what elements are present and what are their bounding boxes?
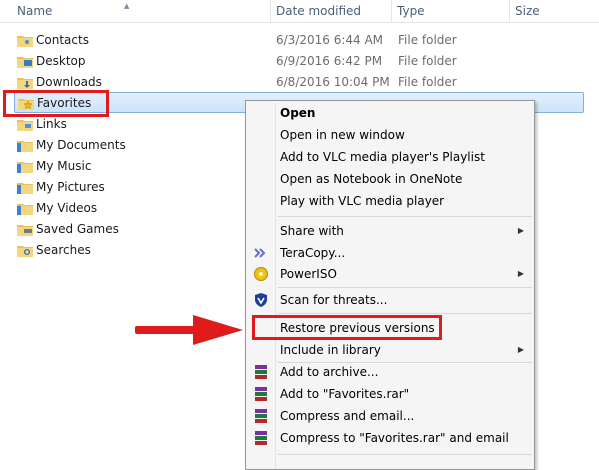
- column-divider[interactable]: [509, 0, 510, 22]
- menu-item-label: Open as Notebook in OneNote: [280, 172, 463, 186]
- menu-separator: [278, 287, 532, 288]
- menu-item-label: Scan for threats...: [280, 293, 388, 307]
- winrar-icon: [255, 387, 267, 401]
- menu-item-label: Restore previous versions: [280, 321, 435, 335]
- menu-item-open-onenote[interactable]: Open as Notebook in OneNote: [246, 168, 534, 190]
- menu-item-label: Compress to "Favorites.rar" and email: [280, 431, 509, 445]
- menu-item-add-to-rar[interactable]: Add to "Favorites.rar": [246, 383, 534, 405]
- shield-icon: [255, 293, 267, 307]
- menu-item-label: Add to archive...: [280, 365, 379, 379]
- column-date-modified[interactable]: Date modified: [276, 0, 361, 22]
- downloads-folder-icon: [17, 78, 33, 89]
- menu-separator: [278, 454, 532, 455]
- file-row-contacts[interactable]: Contacts 6/3/2016 6:44 AM File folder: [14, 30, 584, 51]
- saved-games-folder-icon: [17, 225, 33, 236]
- videos-folder-icon: [17, 204, 33, 215]
- menu-item-label: Play with VLC media player: [280, 194, 445, 208]
- menu-item-share-with[interactable]: Share with ▶: [246, 220, 534, 242]
- file-name: Favorites: [37, 96, 92, 110]
- menu-item-label: Include in library: [280, 343, 381, 357]
- links-folder-icon: [17, 120, 33, 131]
- menu-item-compress-email[interactable]: Compress and email...: [246, 405, 534, 427]
- sort-caret-icon: ▲: [124, 2, 130, 10]
- desktop-folder-icon: [17, 57, 33, 68]
- menu-item-add-vlc-playlist[interactable]: Add to VLC media player's Playlist: [246, 146, 534, 168]
- winrar-icon: [255, 431, 267, 445]
- menu-item-compress-rar-email[interactable]: Compress to "Favorites.rar" and email: [246, 427, 534, 449]
- submenu-arrow-icon: ▶: [517, 345, 524, 354]
- menu-item-label: Open in new window: [280, 128, 405, 142]
- documents-folder-icon: [17, 141, 33, 152]
- file-name: My Music: [36, 159, 92, 173]
- column-name[interactable]: Name: [17, 0, 52, 22]
- winrar-icon: [255, 409, 267, 423]
- menu-item-label: Compress and email...: [280, 409, 415, 423]
- submenu-arrow-icon: ▶: [517, 226, 524, 235]
- file-type: File folder: [398, 75, 457, 89]
- menu-item-play-vlc[interactable]: Play with VLC media player: [246, 190, 534, 212]
- file-name: My Documents: [36, 138, 126, 152]
- menu-item-label: TeraCopy...: [280, 246, 346, 260]
- menu-item-add-to-archive[interactable]: Add to archive...: [246, 361, 534, 383]
- file-date: 6/9/2016 6:42 PM: [276, 54, 383, 68]
- column-size[interactable]: Size: [515, 0, 540, 22]
- menu-item-teracopy[interactable]: TeraCopy...: [246, 242, 534, 264]
- menu-item-label: Open: [280, 106, 316, 120]
- contacts-folder-icon: [17, 36, 33, 47]
- menu-item-label: Share with: [280, 224, 344, 238]
- red-arrow-icon: [135, 315, 243, 345]
- pictures-folder-icon: [17, 183, 33, 194]
- file-date: 6/8/2016 10:04 PM: [276, 75, 390, 89]
- menu-item-label: Add to "Favorites.rar": [280, 387, 410, 401]
- menu-item-include-in-library[interactable]: Include in library ▶: [246, 339, 534, 361]
- column-type[interactable]: Type: [397, 0, 425, 22]
- file-name: Links: [36, 117, 67, 131]
- menu-separator: [278, 313, 532, 314]
- file-name: Saved Games: [36, 222, 119, 236]
- menu-item-restore-previous-versions[interactable]: Restore previous versions: [246, 317, 534, 339]
- submenu-arrow-icon: ▶: [517, 269, 524, 278]
- menu-item-open-new-window[interactable]: Open in new window: [246, 124, 534, 146]
- file-name: My Pictures: [36, 180, 105, 194]
- favorites-folder-icon: [18, 99, 34, 110]
- file-type: File folder: [398, 33, 457, 47]
- file-row-desktop[interactable]: Desktop 6/9/2016 6:42 PM File folder: [14, 51, 584, 72]
- menu-item-poweriso[interactable]: PowerISO ▶: [246, 263, 534, 285]
- menu-item-open[interactable]: Open: [246, 102, 534, 124]
- menu-item-scan-threats[interactable]: Scan for threats...: [246, 289, 534, 311]
- file-type: File folder: [398, 54, 457, 68]
- menu-item-label: PowerISO: [280, 267, 337, 281]
- file-name: Contacts: [36, 33, 89, 47]
- menu-item-label: Add to VLC media player's Playlist: [280, 150, 485, 164]
- column-header: Name ▲ Date modified Type Size: [0, 0, 599, 23]
- file-name: Searches: [36, 243, 91, 257]
- teracopy-icon: [254, 248, 266, 258]
- file-name: Desktop: [36, 54, 86, 68]
- column-divider[interactable]: [270, 0, 271, 22]
- music-folder-icon: [17, 162, 33, 173]
- searches-folder-icon: [17, 246, 33, 257]
- file-row-downloads[interactable]: Downloads 6/8/2016 10:04 PM File folder: [14, 72, 584, 93]
- winrar-icon: [255, 365, 267, 379]
- file-name: My Videos: [36, 201, 98, 215]
- file-name: Downloads: [36, 75, 102, 89]
- context-menu: Open Open in new window Add to VLC media…: [245, 100, 535, 470]
- column-divider[interactable]: [391, 0, 392, 22]
- poweriso-icon: [254, 267, 268, 281]
- file-date: 6/3/2016 6:44 AM: [276, 33, 384, 47]
- menu-separator: [278, 216, 532, 217]
